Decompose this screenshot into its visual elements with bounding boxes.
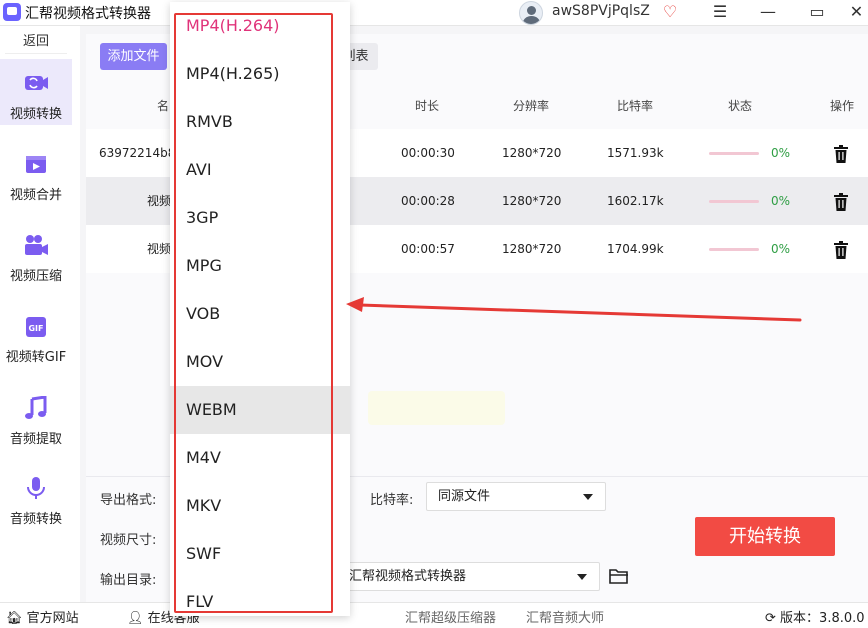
home-icon: 🏠︎ [6, 611, 23, 626]
drop-hint-watermark [368, 391, 505, 425]
row-duration: 00:00:30 [401, 146, 455, 160]
row-duration: 00:00:28 [401, 194, 455, 208]
row-duration: 00:00:57 [401, 242, 455, 256]
video-compress-icon [25, 235, 48, 255]
chevron-down-icon [583, 494, 593, 500]
row-bitrate: 1602.17k [607, 194, 664, 208]
progress-percent: 0% [771, 194, 791, 208]
video-convert-icon [25, 76, 48, 90]
audio-master-link[interactable]: 汇帮音频大师 [526, 607, 604, 626]
format-option[interactable]: MPG [170, 242, 350, 290]
website-link[interactable]: 🏠︎ 官方网站 [6, 607, 79, 626]
progress-bar [709, 200, 759, 203]
refresh-icon: ⟳ [765, 611, 776, 626]
format-option[interactable]: MP4(H.265) [170, 50, 350, 98]
row-file-name: 视频 [147, 194, 172, 208]
row-bitrate: 1704.99k [607, 242, 664, 256]
vip-heart-icon[interactable]: ♡ [660, 2, 680, 22]
bitrate-select[interactable]: 同源文件 [426, 482, 606, 511]
video-merge-icon [26, 156, 46, 173]
progress-bar [709, 248, 759, 251]
maximize-icon[interactable]: ▭ [797, 0, 837, 26]
sidebar-item-label: 视频合并 [9, 188, 62, 203]
sidebar-item-label: 视频转GIF [5, 350, 67, 365]
folder-icon[interactable] [609, 567, 629, 585]
format-option[interactable]: FLV [170, 578, 350, 616]
output-dir-label: 输出目录: [100, 573, 157, 588]
sidebar-item-label: 视频压缩 [9, 269, 62, 284]
format-option[interactable]: 3GP [170, 194, 350, 242]
video-size-label: 视频尺寸: [100, 533, 157, 548]
column-header-action: 操作 [830, 99, 855, 113]
format-option[interactable]: MOV [170, 338, 350, 386]
gif-icon: GIF [26, 317, 46, 337]
back-button[interactable]: 返回 [5, 30, 67, 54]
sidebar-item-video-gif[interactable]: GIF 视频转GIF [0, 302, 72, 368]
row-resolution: 1280*720 [502, 194, 562, 208]
progress-percent: 0% [771, 242, 791, 256]
column-header-bitrate: 比特率 [617, 99, 654, 113]
status-bar: 🏠︎ 官方网站 👤︎ 在线客服 汇帮超级压缩器 汇帮音频大师 ⟳ 版本：3.8.… [0, 602, 868, 628]
close-icon[interactable]: ✕ [845, 0, 868, 26]
sidebar-item-video-merge[interactable]: 视频合并 [0, 140, 72, 206]
output-dir-value: 汇帮视频格式转换器 [349, 569, 467, 584]
annotation-arrow-icon [346, 297, 802, 322]
format-option[interactable]: VOB [170, 290, 350, 338]
row-file-name: 63972214b8 [99, 146, 176, 160]
row-bitrate: 1571.93k [607, 146, 664, 160]
format-option[interactable]: AVI [170, 146, 350, 194]
website-label: 官方网站 [26, 611, 79, 626]
sidebar: 返回 视频转换 视频合并 视频压缩 GIF 视频转GIF 音频提取 音频转换 [0, 26, 80, 602]
output-dir-select[interactable]: 汇帮视频格式转换器 [338, 562, 600, 591]
sidebar-item-video-compress[interactable]: 视频压缩 [0, 221, 72, 287]
format-option[interactable]: MP4(H.264) [170, 2, 350, 50]
trash-icon[interactable] [833, 145, 849, 163]
trash-icon[interactable] [833, 193, 849, 211]
export-format-label: 导出格式: [100, 493, 157, 508]
format-option[interactable]: MKV [170, 482, 350, 530]
sidebar-item-video-convert[interactable]: 视频转换 [0, 59, 72, 125]
column-header-duration: 时长 [415, 99, 440, 113]
svg-text:GIF: GIF [28, 324, 43, 333]
title-bar: 汇帮视频格式转换器 awS8PVjPqlsZ ♡ ☰ — ▭ ✕ [0, 0, 868, 26]
trash-icon[interactable] [833, 241, 849, 259]
row-file-name: 视频 [147, 242, 172, 256]
column-header-resolution: 分辨率 [513, 99, 550, 113]
add-file-button[interactable]: 添加文件 [100, 43, 167, 70]
chevron-down-icon [577, 574, 587, 580]
sidebar-item-audio-extract[interactable]: 音频提取 [0, 384, 72, 450]
version-label: 版本：3.8.0.0 [780, 611, 865, 626]
format-option[interactable]: SWF [170, 530, 350, 578]
app-logo-icon [3, 3, 21, 21]
column-header-status: 状态 [728, 99, 753, 113]
sidebar-item-audio-convert[interactable]: 音频转换 [0, 464, 72, 530]
sidebar-item-label: 视频转换 [9, 107, 62, 122]
compressor-link[interactable]: 汇帮超级压缩器 [405, 607, 496, 626]
format-option[interactable]: RMVB [170, 98, 350, 146]
bitrate-select-value: 同源文件 [438, 489, 491, 504]
menu-icon[interactable]: ☰ [700, 0, 740, 26]
sidebar-item-label: 音频转换 [9, 512, 62, 527]
column-header-name: 名 [157, 99, 170, 113]
sidebar-item-label: 音频提取 [9, 432, 62, 447]
bitrate-label: 比特率: [370, 493, 414, 508]
format-option[interactable]: WEBM [170, 386, 350, 434]
username[interactable]: awS8PVjPqlsZ [552, 3, 650, 19]
format-option[interactable]: M4V [170, 434, 350, 482]
app-title: 汇帮视频格式转换器 [25, 6, 151, 22]
version-info[interactable]: ⟳ 版本：3.8.0.0 [765, 607, 865, 626]
start-convert-button[interactable]: 开始转换 [695, 517, 835, 556]
row-resolution: 1280*720 [502, 242, 562, 256]
row-resolution: 1280*720 [502, 146, 562, 160]
microphone-icon [27, 477, 45, 499]
user-avatar-icon[interactable] [519, 1, 543, 25]
progress-bar [709, 152, 759, 155]
format-dropdown-list[interactable]: MP4(H.264) MP4(H.265) RMVB AVI 3GP MPG V… [170, 2, 350, 616]
person-icon: 👤︎ [127, 611, 144, 626]
progress-percent: 0% [771, 146, 791, 160]
music-note-icon [25, 396, 47, 419]
minimize-icon[interactable]: — [748, 0, 788, 26]
